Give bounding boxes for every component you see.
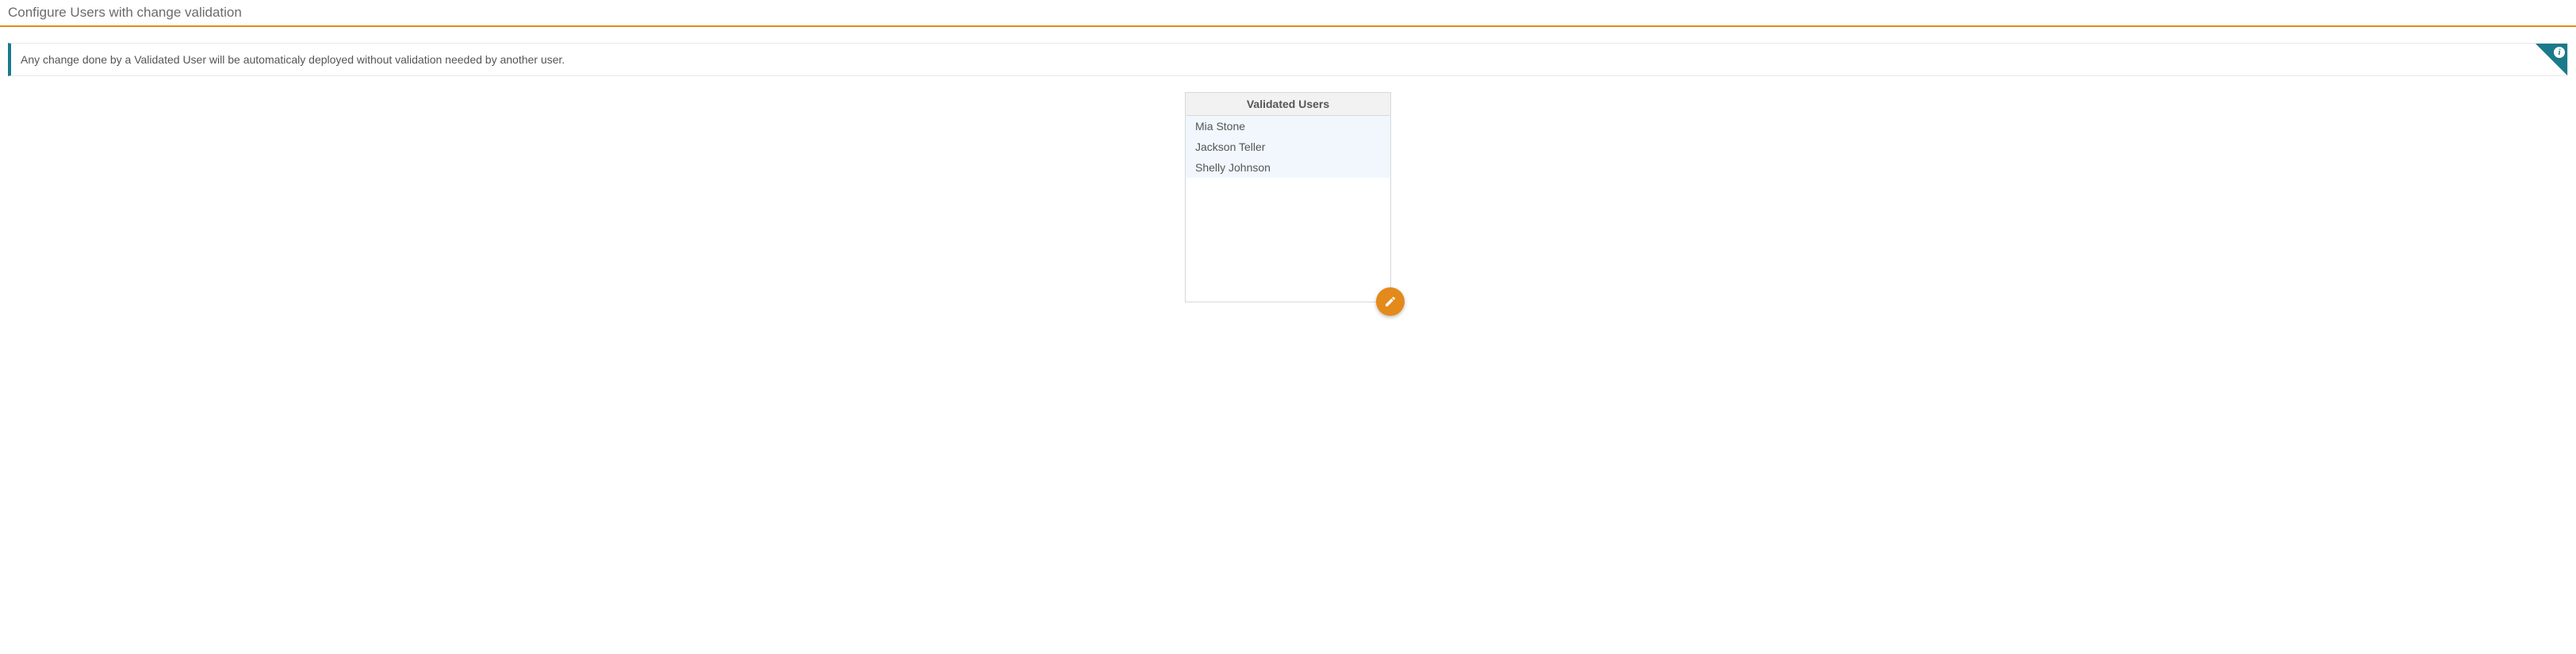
validated-users-panel: Validated Users Mia Stone Jackson Teller… (1185, 92, 1391, 302)
info-corner: i (2536, 44, 2567, 75)
panel-body: Mia Stone Jackson Teller Shelly Johnson (1186, 116, 1390, 178)
info-icon: i (2554, 47, 2565, 58)
list-item[interactable]: Shelly Johnson (1186, 157, 1390, 178)
edit-button[interactable] (1376, 287, 1405, 316)
info-banner: Any change done by a Validated User will… (8, 43, 2568, 76)
list-item[interactable]: Mia Stone (1186, 116, 1390, 137)
panel-header: Validated Users (1186, 93, 1390, 116)
pencil-icon (1384, 295, 1397, 308)
page-title: Configure Users with change validation (0, 0, 2576, 27)
info-text: Any change done by a Validated User will… (21, 53, 565, 66)
list-item[interactable]: Jackson Teller (1186, 137, 1390, 157)
panel-empty-area (1186, 178, 1390, 302)
panel-container: Validated Users Mia Stone Jackson Teller… (0, 92, 2576, 302)
